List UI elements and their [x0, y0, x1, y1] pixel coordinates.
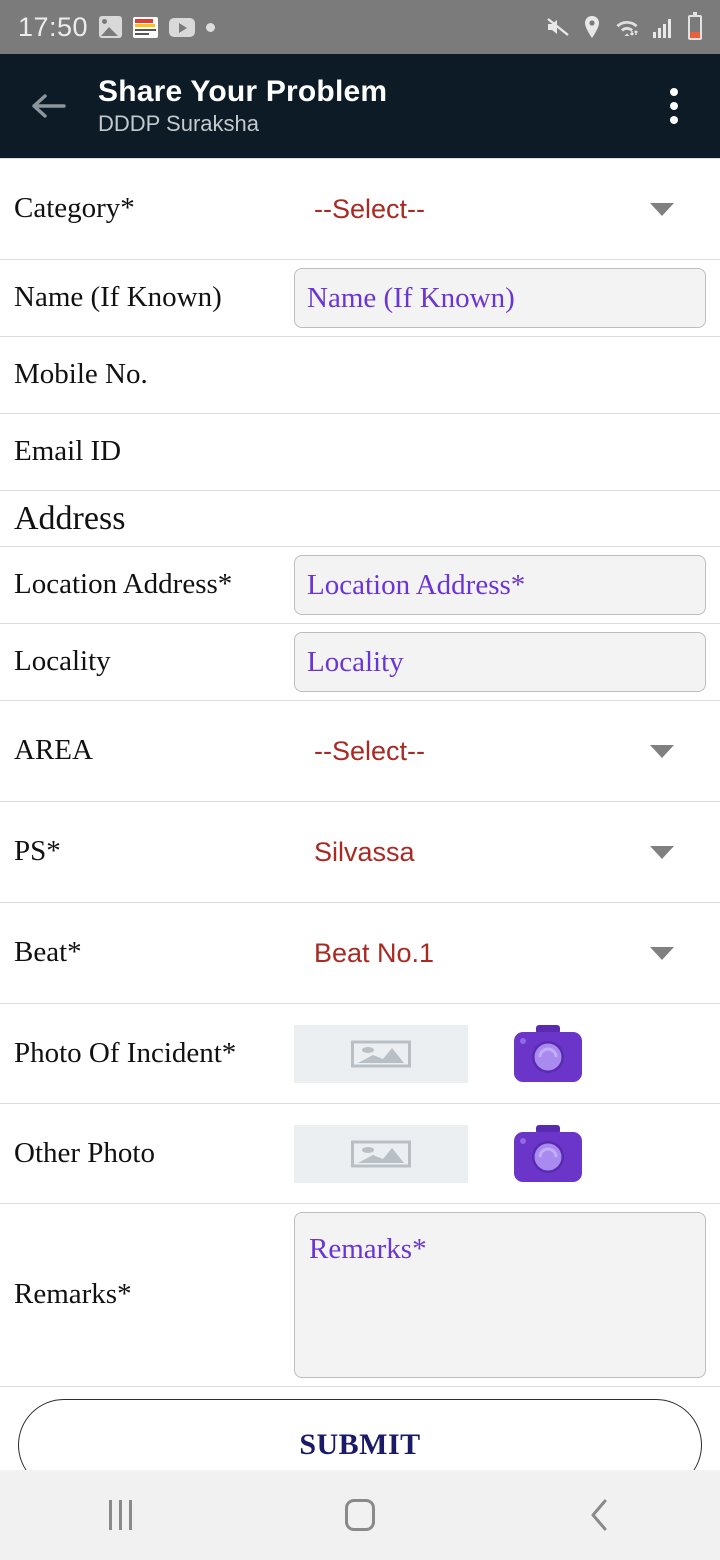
other-photo-control — [292, 1104, 704, 1203]
photo-thumbnail[interactable] — [294, 1024, 468, 1083]
photo-of-incident-control — [292, 1004, 704, 1103]
field-row-locality[interactable]: Locality Locality — [0, 624, 720, 701]
overflow-menu-icon[interactable] — [650, 78, 698, 134]
section-title: Address — [14, 499, 126, 537]
field-row-other-photo: Other Photo — [0, 1104, 720, 1204]
input-placeholder: Location Address* — [307, 568, 526, 601]
section-header-address: Address — [0, 491, 720, 547]
select-value: Silvassa — [314, 836, 415, 867]
broken-image-icon — [351, 1040, 411, 1067]
chevron-down-icon — [650, 845, 674, 859]
remarks-control: Remarks* — [292, 1204, 706, 1386]
chevron-down-icon — [650, 946, 674, 960]
status-time: 17:50 — [18, 11, 89, 42]
field-row-mobile[interactable]: Mobile No. — [0, 337, 720, 414]
signal-icon — [653, 16, 675, 38]
mute-icon — [546, 16, 570, 38]
recents-icon[interactable] — [60, 1470, 180, 1560]
field-label: Email ID — [14, 435, 122, 468]
field-label: Locality — [14, 645, 111, 678]
field-row-ps[interactable]: PS* Silvassa — [0, 802, 720, 903]
status-bar-right — [546, 11, 702, 40]
news-notification-icon — [133, 16, 159, 38]
field-row-category[interactable]: Category* --Select-- — [0, 158, 720, 260]
dot-icon — [206, 22, 216, 32]
ps-select[interactable]: Silvassa — [292, 802, 704, 902]
location-address-control: Location Address* — [292, 547, 706, 623]
android-nav-bar — [0, 1470, 720, 1560]
email-control — [292, 414, 704, 490]
field-label: Remarks* — [14, 1278, 132, 1311]
field-label: Other Photo — [14, 1136, 155, 1169]
home-icon[interactable] — [300, 1470, 420, 1560]
select-value: --Select-- — [314, 735, 426, 766]
chevron-down-icon — [650, 202, 674, 216]
field-row-area[interactable]: AREA --Select-- — [0, 701, 720, 802]
name-input[interactable]: Name (If Known) — [294, 268, 706, 328]
app-bar: Share Your Problem DDDP Suraksha — [0, 54, 720, 158]
app-bar-titles: Share Your Problem DDDP Suraksha — [76, 75, 650, 138]
location-address-input[interactable]: Location Address* — [294, 555, 706, 615]
beat-select[interactable]: Beat No.1 — [292, 903, 704, 1003]
battery-icon — [688, 11, 702, 40]
gallery-icon — [99, 16, 123, 38]
field-label: Name (If Known) — [14, 281, 222, 314]
back-arrow-icon[interactable] — [20, 78, 76, 134]
field-label: Mobile No. — [14, 358, 148, 391]
youtube-icon — [169, 17, 196, 37]
field-row-remarks: Remarks* Remarks* — [0, 1204, 720, 1387]
broken-image-icon — [351, 1140, 411, 1167]
page-subtitle: DDDP Suraksha — [98, 111, 259, 137]
field-label: PS* — [14, 835, 61, 868]
status-bar: 17:50 — [0, 0, 720, 54]
input-placeholder: Locality — [307, 645, 404, 678]
area-select[interactable]: --Select-- — [292, 701, 704, 801]
remarks-textarea[interactable]: Remarks* — [294, 1212, 706, 1378]
app-screen: 17:50 Share Your Problem DDDP Suraksha C… — [0, 0, 720, 1560]
field-row-location-address[interactable]: Location Address* Location Address* — [0, 547, 720, 624]
field-label: Category* — [14, 192, 135, 225]
wifi-icon — [614, 16, 640, 38]
locality-control: Locality — [292, 624, 706, 700]
field-row-name[interactable]: Name (If Known) Name (If Known) — [0, 260, 720, 337]
photo-thumbnail[interactable] — [294, 1124, 468, 1183]
category-select[interactable]: --Select-- — [292, 159, 704, 259]
chevron-down-icon — [650, 744, 674, 758]
back-icon[interactable] — [540, 1470, 660, 1560]
field-row-beat[interactable]: Beat* Beat No.1 — [0, 903, 720, 1004]
select-value: --Select-- — [314, 193, 426, 224]
camera-icon[interactable] — [512, 1023, 584, 1085]
field-label: AREA — [14, 734, 93, 767]
select-value: Beat No.1 — [314, 937, 435, 968]
camera-icon[interactable] — [512, 1123, 584, 1185]
location-icon — [583, 15, 601, 39]
status-bar-left: 17:50 — [18, 12, 546, 43]
field-label: Photo Of Incident* — [14, 1036, 237, 1069]
problem-form: Category* --Select-- Name (If Known) Nam… — [0, 158, 720, 1491]
field-row-photo-of-incident: Photo Of Incident* — [0, 1004, 720, 1104]
field-label: Location Address* — [14, 568, 233, 601]
page-title: Share Your Problem — [98, 74, 388, 108]
field-row-email[interactable]: Email ID — [0, 414, 720, 491]
input-placeholder: Name (If Known) — [307, 281, 515, 314]
field-label: Beat* — [14, 936, 82, 969]
mobile-control — [292, 337, 704, 413]
textarea-placeholder: Remarks* — [309, 1233, 427, 1265]
locality-input[interactable]: Locality — [294, 632, 706, 692]
name-control: Name (If Known) — [292, 260, 706, 336]
